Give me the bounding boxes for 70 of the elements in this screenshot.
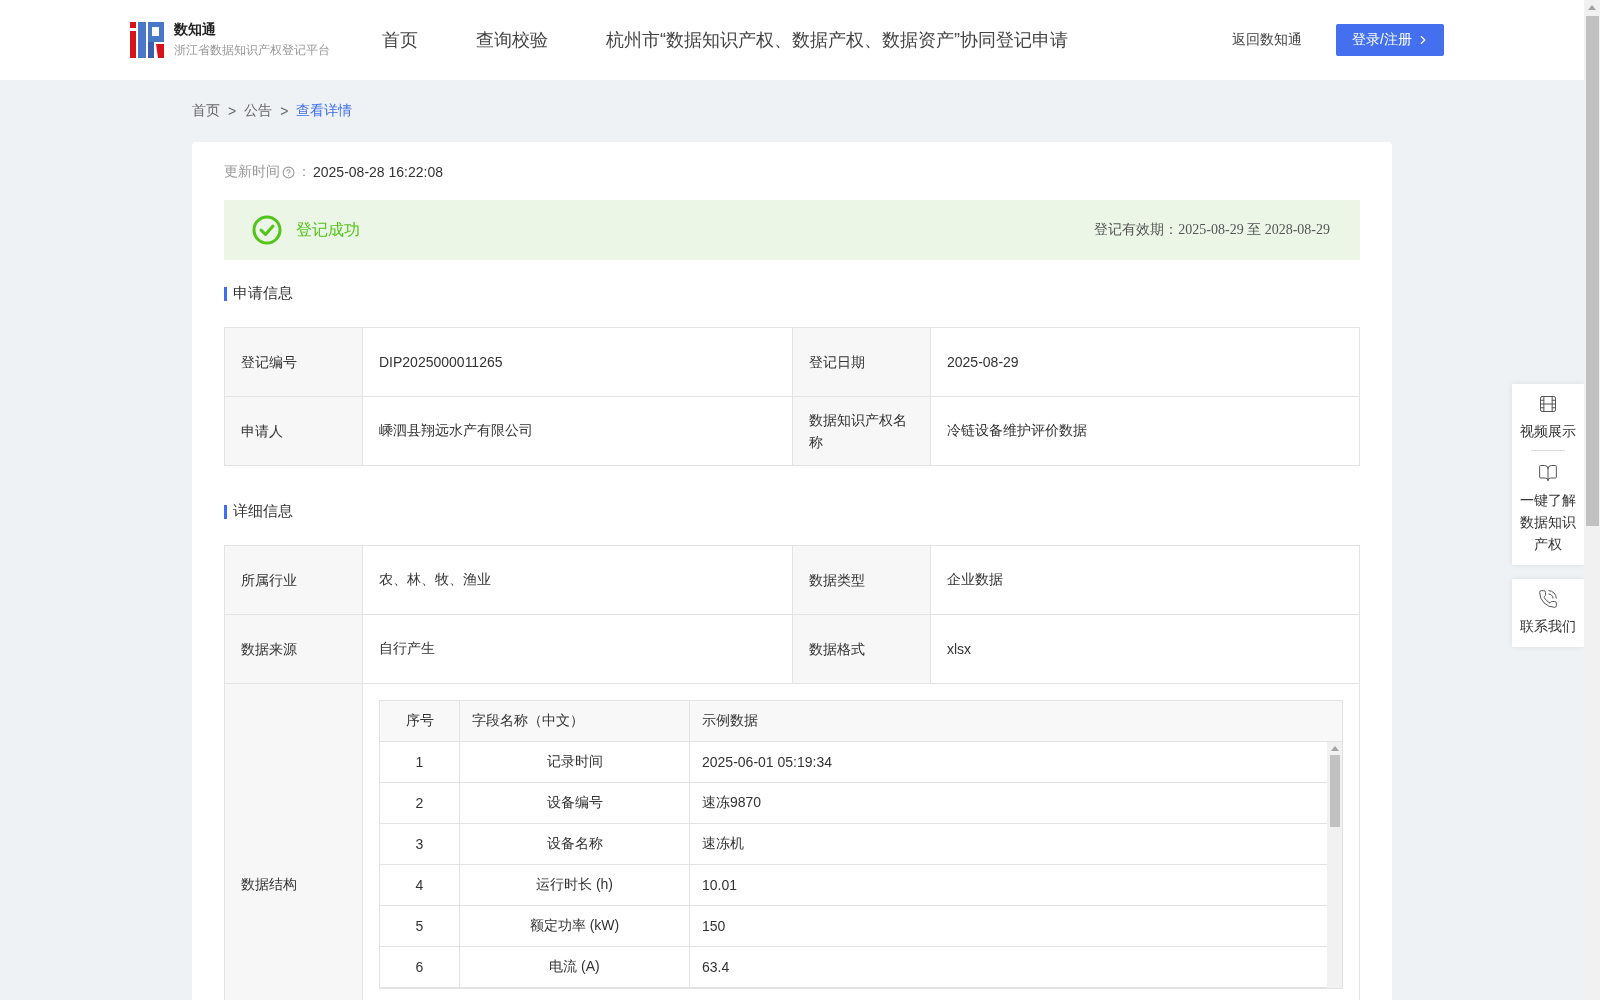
column-header: 字段名称（中文）: [460, 701, 690, 741]
scroll-up-arrow-icon[interactable]: [1587, 4, 1597, 10]
breadcrumb-link[interactable]: 首页: [192, 102, 220, 120]
field-value: xlsx: [931, 615, 1359, 684]
section-marker: [224, 504, 227, 519]
column-header: 示例数据: [701, 711, 759, 730]
scrollbar-thumb[interactable]: [1585, 16, 1599, 526]
table-cell-text: 63.4: [701, 958, 731, 977]
field-value: 冷链设备维护评价数据: [931, 397, 1359, 466]
table-scrollbar[interactable]: [1327, 742, 1342, 988]
float-menu-item[interactable]: 视频展示: [1518, 394, 1578, 442]
help-icon[interactable]: [282, 165, 295, 179]
section-title: 申请信息: [233, 284, 293, 303]
breadcrumb-link[interactable]: 查看详情: [296, 102, 353, 120]
section-marker: [224, 286, 227, 301]
phone-icon: [1538, 589, 1558, 609]
book-icon: [1538, 463, 1558, 483]
nav-link[interactable]: 查询校验: [476, 28, 548, 52]
page-scrollbar[interactable]: [1584, 0, 1600, 1000]
field-label: 所属行业: [225, 546, 363, 615]
table-cell-text: 速冻机: [701, 834, 745, 853]
table-cell: 电流 (A): [460, 947, 690, 987]
table-cell: 4: [380, 865, 460, 905]
colon: ：: [297, 163, 311, 181]
field-label: 申请人: [225, 397, 363, 466]
field-value: 企业数据: [931, 546, 1359, 615]
table-cell: 3: [380, 824, 460, 864]
breadcrumb-link[interactable]: 公告: [244, 102, 273, 120]
login-button[interactable]: 登录/注册: [1336, 24, 1444, 56]
nav-link[interactable]: 杭州市“数据知识产权、数据产权、数据资产”协同登记申请: [606, 28, 1068, 52]
float-menu-item[interactable]: 联系我们: [1518, 589, 1578, 637]
field-label: 数据结构: [225, 684, 363, 1000]
validity-period: 登记有效期：2025-08-29 至 2028-08-29: [1094, 221, 1330, 239]
logo-subtitle: 浙江省数据知识产权登记平台: [174, 42, 330, 59]
field-value: 2025-08-29: [931, 328, 1359, 397]
back-link[interactable]: 返回数知通: [1232, 31, 1303, 49]
table-cell: 运行时长 (h): [460, 865, 690, 905]
field-label: 登记日期: [793, 328, 931, 397]
field-label: 数据格式: [793, 615, 931, 684]
table-cell-text: 10.01: [701, 876, 739, 895]
field-label: 数据类型: [793, 546, 931, 615]
section-title: 详细信息: [233, 502, 293, 521]
table-cell: 6: [380, 947, 460, 987]
breadcrumb-separator: >: [280, 103, 289, 119]
update-time-label: 更新时间: [224, 163, 280, 181]
table-cell: 额定功率 (kW): [460, 906, 690, 946]
scrollbar-thumb[interactable]: [1329, 755, 1340, 827]
table-cell: 2: [380, 783, 460, 823]
field-label: 数据来源: [225, 615, 363, 684]
logo-title: 数知通: [174, 21, 217, 39]
film-icon: [1538, 394, 1558, 414]
field-label: 数据知识产权名称: [793, 397, 931, 466]
table-cell-text: 2025-06-01 05:19:34: [701, 753, 833, 772]
nav-link[interactable]: 首页: [382, 28, 418, 52]
table-cell-text: 150: [701, 917, 727, 936]
column-header: 序号: [380, 701, 460, 741]
breadcrumb-separator: >: [228, 103, 237, 119]
float-menu-item[interactable]: 一键了解数据知识产权: [1518, 463, 1578, 555]
status-text: 登记成功: [296, 219, 361, 240]
update-time-value: 2025-08-28 16:22:08: [313, 164, 443, 180]
check-circle-icon: [252, 215, 282, 245]
table-cell-text: 速冻9870: [701, 793, 763, 812]
table-cell: 设备名称: [460, 824, 690, 864]
table-cell: 设备编号: [460, 783, 690, 823]
logo-icon: [130, 22, 164, 58]
table-cell: 记录时间: [460, 742, 690, 782]
scroll-up-arrow-icon[interactable]: [1330, 745, 1339, 751]
table-cell: 1: [380, 742, 460, 782]
field-label: 登记编号: [225, 328, 363, 397]
table-cell: 5: [380, 906, 460, 946]
